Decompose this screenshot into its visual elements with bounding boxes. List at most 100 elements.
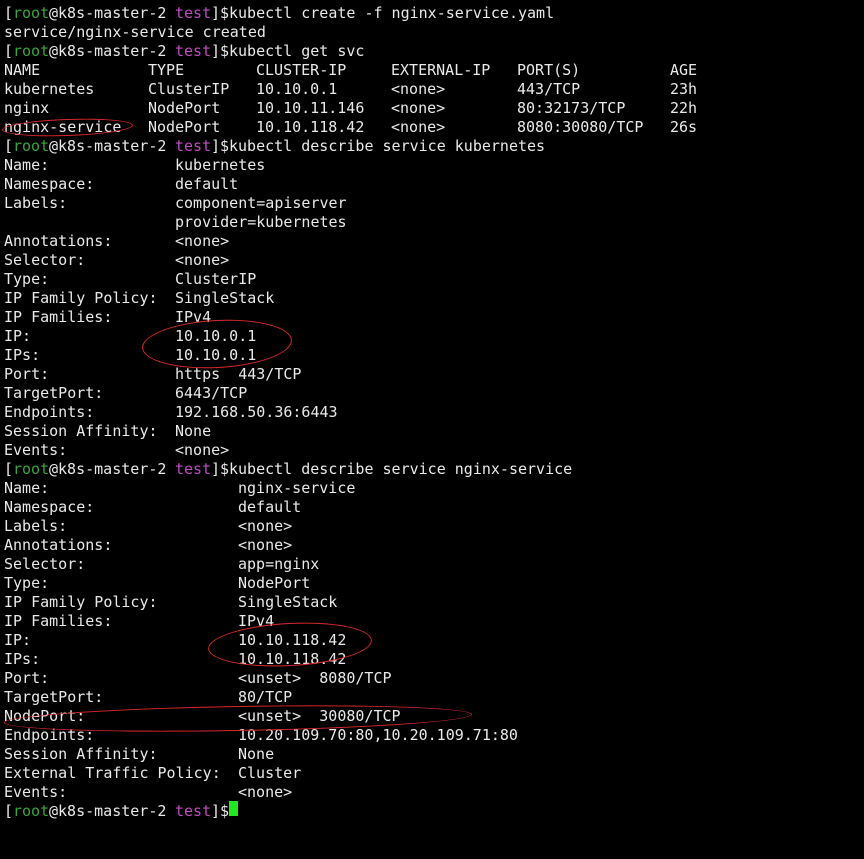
prompt-host: @k8s-master-2 xyxy=(49,137,176,155)
field-value: <unset> 30080/TCP xyxy=(238,707,401,725)
prompt-bracket-open: [ xyxy=(4,4,14,22)
field-label: Type: xyxy=(4,574,50,592)
field-value: component=apiserver xyxy=(175,194,347,212)
field-label: Port: xyxy=(4,669,50,687)
field-value: <none> xyxy=(175,441,230,459)
table-cell: NodePort xyxy=(148,99,221,117)
prompt-user: root xyxy=(13,42,50,60)
table-row: nginx NodePort 10.10.11.146 <none> 80:32173/… xyxy=(4,99,697,118)
column-header: EXTERNAL-IP xyxy=(391,61,491,79)
table-cell: 10.10.0.1 xyxy=(256,80,338,98)
field-value: 192.168.50.36:6443 xyxy=(175,403,338,421)
field-label: Namespace: xyxy=(4,175,95,193)
prompt-host: @k8s-master-2 xyxy=(49,4,176,22)
field-value: <none> xyxy=(238,783,293,801)
field-value: Cluster xyxy=(238,764,302,782)
table-cell: 26s xyxy=(670,118,698,136)
table-cell: 80:32173/TCP xyxy=(517,99,626,117)
table-cell: <none> xyxy=(391,80,446,98)
prompt-bracket-open: [ xyxy=(4,137,14,155)
field-label: Name: xyxy=(4,156,50,174)
prompt-bracket-close: ]$ xyxy=(211,802,230,820)
table-cell: <none> xyxy=(391,99,446,117)
prompt-user: root xyxy=(13,460,50,478)
table-row: nginx-service NodePort 10.10.118.42 <none> 8… xyxy=(4,118,697,137)
table-cell: <none> xyxy=(391,118,446,136)
field-value: kubernetes xyxy=(175,156,266,174)
prompt-host: @k8s-master-2 xyxy=(49,460,176,478)
field-label: Annotations: xyxy=(4,232,113,250)
field-label: Session Affinity: xyxy=(4,422,158,440)
field-value: SingleStack xyxy=(238,593,338,611)
field-value: 10.10.0.1 xyxy=(175,346,257,364)
table-row: kubernetes ClusterIP 10.10.0.1 <none> 443/TC… xyxy=(4,80,697,99)
prompt-bracket-close: ]$ xyxy=(211,42,230,60)
field-label: Type: xyxy=(4,270,50,288)
table-cell: kubernetes xyxy=(4,80,95,98)
field-value: <unset> 8080/TCP xyxy=(238,669,392,687)
field-label: TargetPort: xyxy=(4,688,104,706)
prompt-bracket-close: ]$ xyxy=(211,137,230,155)
field-value: default xyxy=(238,498,302,516)
prompt-line: [root @k8s-master-2 test]$ kubectl create … xyxy=(4,4,554,23)
column-header: CLUSTER-IP xyxy=(256,61,347,79)
field-label: Namespace: xyxy=(4,498,95,516)
field-label: IPs: xyxy=(4,346,41,364)
field-label: TargetPort: xyxy=(4,384,104,402)
field-value: nginx-service xyxy=(238,479,356,497)
prompt-dir: test xyxy=(175,460,212,478)
command-text: kubectl get svc xyxy=(229,42,365,60)
field-value: 10.10.118.42 xyxy=(238,631,347,649)
field-value: IPv4 xyxy=(175,308,212,326)
field-value: <none> xyxy=(238,517,293,535)
table-cell: NodePort xyxy=(148,118,221,136)
field-value: app=nginx xyxy=(238,555,320,573)
command-text: kubectl describe service kubernetes xyxy=(229,137,546,155)
field-label: Events: xyxy=(4,783,68,801)
field-value: <none> xyxy=(175,251,230,269)
field-label: Selector: xyxy=(4,555,86,573)
field-value: 10.20.109.70:80,10.20.109.71:80 xyxy=(238,726,518,744)
prompt-host: @k8s-master-2 xyxy=(49,42,176,60)
field-label: IP: xyxy=(4,327,32,345)
field-label: IP Families: xyxy=(4,612,113,630)
table-cell: ClusterIP xyxy=(148,80,230,98)
column-header: AGE xyxy=(670,61,698,79)
prompt-dir: test xyxy=(175,42,212,60)
terminal-cursor xyxy=(229,801,238,816)
prompt-bracket-open: [ xyxy=(4,460,14,478)
table-cell: 10.10.118.42 xyxy=(256,118,365,136)
field-value: provider=kubernetes xyxy=(175,213,347,231)
field-value: 10.10.0.1 xyxy=(175,327,257,345)
prompt-line: [root @k8s-master-2 test]$ kubectl describ… xyxy=(4,137,545,156)
field-label: Annotations: xyxy=(4,536,113,554)
field-value: 6443/TCP xyxy=(175,384,248,402)
field-value: ClusterIP xyxy=(175,270,257,288)
field-label: IP: xyxy=(4,631,32,649)
prompt-line: [root @k8s-master-2 test]$ xyxy=(4,802,229,821)
column-header: PORT(S) xyxy=(517,61,581,79)
field-value: None xyxy=(238,745,275,763)
column-header: NAME xyxy=(4,61,41,79)
field-value: SingleStack xyxy=(175,289,275,307)
table-cell: 23h xyxy=(670,80,698,98)
prompt-host: @k8s-master-2 xyxy=(49,802,176,820)
table-cell: 10.10.11.146 xyxy=(256,99,365,117)
field-label: Labels: xyxy=(4,194,68,212)
field-label: Port: xyxy=(4,365,50,383)
field-label: IP Families: xyxy=(4,308,113,326)
field-value: default xyxy=(175,175,239,193)
prompt-line: [root @k8s-master-2 test]$ kubectl get svc xyxy=(4,42,364,61)
table-cell: nginx xyxy=(4,99,50,117)
prompt-dir: test xyxy=(175,4,212,22)
table-cell: 443/TCP xyxy=(517,80,581,98)
field-value: 10.10.118.42 xyxy=(238,650,347,668)
terminal-window[interactable]: [root @k8s-master-2 test]$ kubectl create … xyxy=(0,0,864,820)
field-label: Name: xyxy=(4,479,50,497)
prompt-user: root xyxy=(13,4,50,22)
table-cell: nginx-service xyxy=(4,118,122,136)
table-cell: 22h xyxy=(670,99,698,117)
field-value: <none> xyxy=(238,536,293,554)
column-header: TYPE xyxy=(148,61,185,79)
prompt-user: root xyxy=(13,137,50,155)
